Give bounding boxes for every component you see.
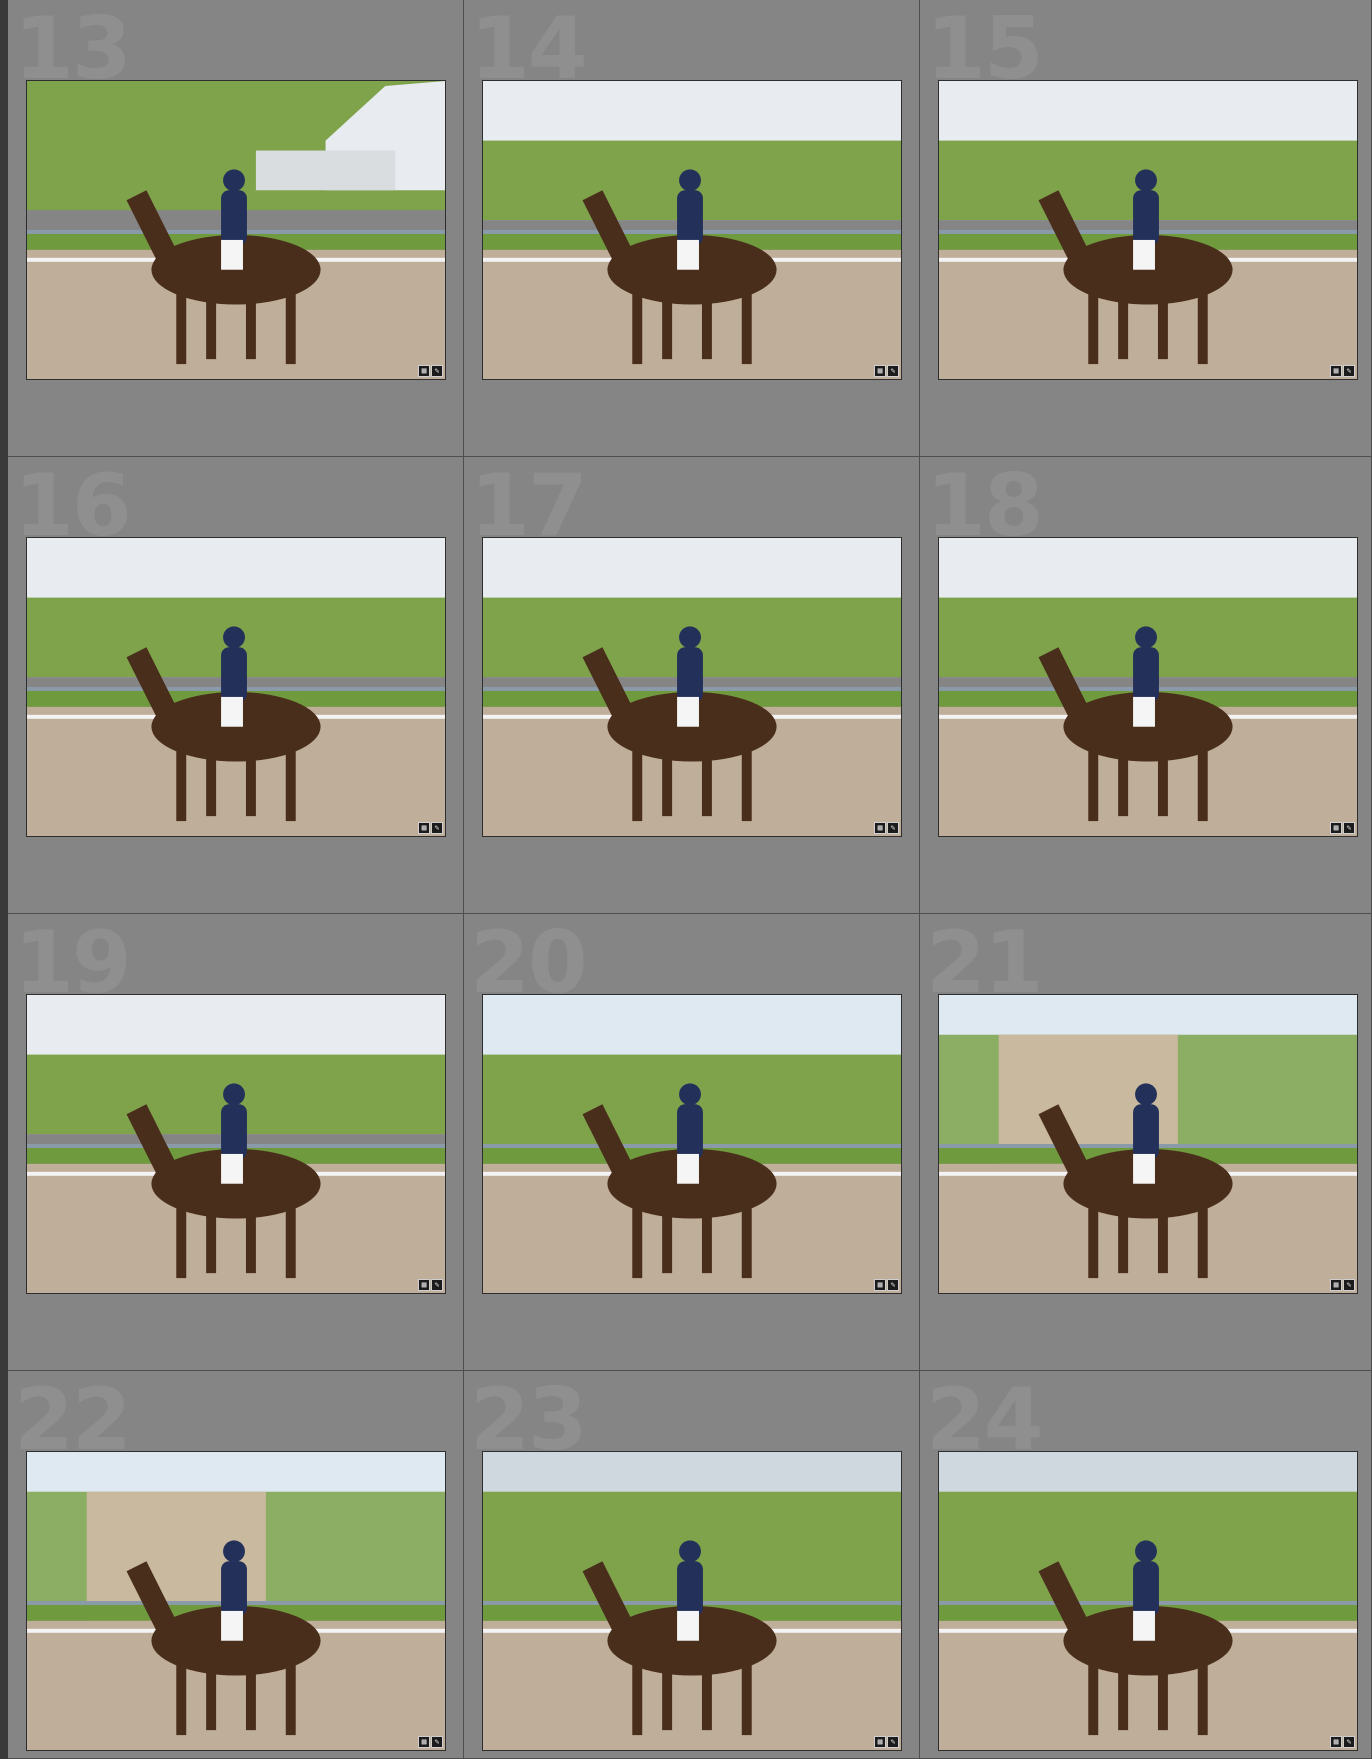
edit-icon[interactable]: ✎ xyxy=(1343,1736,1355,1748)
thumbnail-badges: ▦ ✎ xyxy=(418,365,443,377)
grid-cell[interactable]: 22 ▦ ✎ xyxy=(8,1371,464,1759)
photo-thumbnail[interactable]: ▦ ✎ xyxy=(482,994,902,1294)
thumbnail-badges: ▦ ✎ xyxy=(874,1736,899,1748)
thumbnail-badges: ▦ ✎ xyxy=(418,1279,443,1291)
photo-thumbnail[interactable]: ▦ ✎ xyxy=(938,537,1358,837)
grid-cell[interactable]: 15 ▦ ✎ xyxy=(920,0,1372,457)
crop-icon[interactable]: ▦ xyxy=(874,822,886,834)
grid-cell[interactable]: 14 ▦ ✎ xyxy=(464,0,920,457)
edit-icon[interactable]: ✎ xyxy=(431,822,443,834)
edit-icon[interactable]: ✎ xyxy=(1343,822,1355,834)
grid-cell[interactable]: 19 ▦ ✎ xyxy=(8,914,464,1371)
thumbnail-badges: ▦ ✎ xyxy=(874,822,899,834)
crop-icon[interactable]: ▦ xyxy=(874,1279,886,1291)
crop-icon[interactable]: ▦ xyxy=(1330,1279,1342,1291)
edit-icon[interactable]: ✎ xyxy=(887,1279,899,1291)
grid-cell[interactable]: 21 ▦ ✎ xyxy=(920,914,1372,1371)
edit-icon[interactable]: ✎ xyxy=(1343,365,1355,377)
crop-icon[interactable]: ▦ xyxy=(874,1736,886,1748)
grid-cell[interactable]: 16 ▦ ✎ xyxy=(8,457,464,914)
crop-icon[interactable]: ▦ xyxy=(418,365,430,377)
thumbnail-badges: ▦ ✎ xyxy=(874,365,899,377)
crop-icon[interactable]: ▦ xyxy=(874,365,886,377)
thumbnail-badges: ▦ ✎ xyxy=(1330,822,1355,834)
photo-thumbnail[interactable]: ▦ ✎ xyxy=(938,1451,1358,1751)
grid-cell[interactable]: 18 ▦ ✎ xyxy=(920,457,1372,914)
photo-thumbnail[interactable]: ▦ ✎ xyxy=(26,80,446,380)
edit-icon[interactable]: ✎ xyxy=(887,822,899,834)
crop-icon[interactable]: ▦ xyxy=(418,1736,430,1748)
thumbnail-badges: ▦ ✎ xyxy=(1330,1279,1355,1291)
thumbnail-badges: ▦ ✎ xyxy=(874,1279,899,1291)
edit-icon[interactable]: ✎ xyxy=(431,365,443,377)
grid-cell[interactable]: 13 ▦ ✎ xyxy=(8,0,464,457)
photo-thumbnail[interactable]: ▦ ✎ xyxy=(482,537,902,837)
thumbnail-badges: ▦ ✎ xyxy=(1330,365,1355,377)
photo-thumbnail[interactable]: ▦ ✎ xyxy=(938,994,1358,1294)
grid-cell[interactable]: 17 ▦ ✎ xyxy=(464,457,920,914)
edit-icon[interactable]: ✎ xyxy=(887,365,899,377)
grid-cell[interactable]: 24 ▦ ✎ xyxy=(920,1371,1372,1759)
grid-cell[interactable]: 20 ▦ ✎ xyxy=(464,914,920,1371)
thumbnail-badges: ▦ ✎ xyxy=(418,1736,443,1748)
crop-icon[interactable]: ▦ xyxy=(1330,822,1342,834)
thumbnail-badges: ▦ ✎ xyxy=(418,822,443,834)
photo-thumbnail[interactable]: ▦ ✎ xyxy=(26,994,446,1294)
photo-thumbnail[interactable]: ▦ ✎ xyxy=(26,537,446,837)
crop-icon[interactable]: ▦ xyxy=(418,822,430,834)
grid-cell[interactable]: 23 ▦ ✎ xyxy=(464,1371,920,1759)
photo-thumbnail[interactable]: ▦ ✎ xyxy=(482,1451,902,1751)
photo-thumbnail[interactable]: ▦ ✎ xyxy=(482,80,902,380)
edit-icon[interactable]: ✎ xyxy=(1343,1279,1355,1291)
edit-icon[interactable]: ✎ xyxy=(887,1736,899,1748)
crop-icon[interactable]: ▦ xyxy=(1330,1736,1342,1748)
photo-thumbnail[interactable]: ▦ ✎ xyxy=(938,80,1358,380)
crop-icon[interactable]: ▦ xyxy=(418,1279,430,1291)
edit-icon[interactable]: ✎ xyxy=(431,1736,443,1748)
crop-icon[interactable]: ▦ xyxy=(1330,365,1342,377)
thumbnail-badges: ▦ ✎ xyxy=(1330,1736,1355,1748)
edit-icon[interactable]: ✎ xyxy=(431,1279,443,1291)
photo-thumbnail[interactable]: ▦ ✎ xyxy=(26,1451,446,1751)
thumbnail-grid: 13 ▦ ✎ 14 ▦ ✎ 15 ▦ ✎ 16 ▦ ✎ 17 ▦ ✎ 18 ▦ … xyxy=(0,0,1372,1759)
